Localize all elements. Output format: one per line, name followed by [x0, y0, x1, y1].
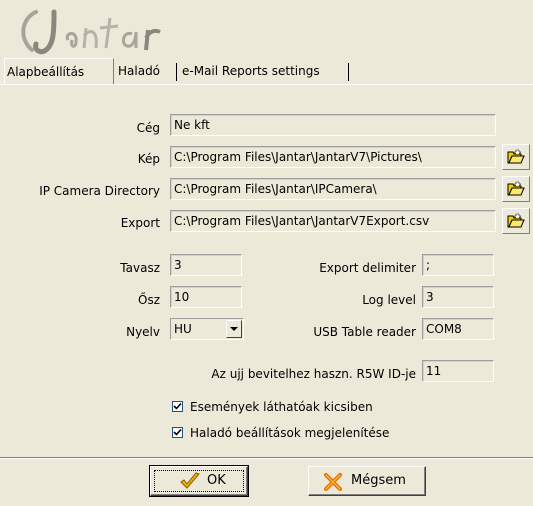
r5w-id-field[interactable]: 11: [422, 360, 494, 382]
ceg-label: Cég: [136, 121, 160, 135]
cancel-button-label: Mégsem: [351, 473, 406, 488]
folder-open-icon: [507, 213, 525, 228]
usb-reader-label: USB Table reader: [313, 325, 416, 339]
tab-alapbeallitas[interactable]: Alapbeállítás: [4, 58, 114, 84]
log-level-field[interactable]: 3: [422, 286, 494, 308]
checkmark-icon: [180, 472, 200, 489]
nyelv-label: Nyelv: [126, 325, 160, 339]
tab-label: Alapbeállítás: [7, 65, 85, 79]
r5w-id-label: Az ujj bevitelhez haszn. R5W ID-je: [211, 367, 416, 381]
export-delimiter-label: Export delimiter: [319, 261, 416, 275]
ipcam-label: IP Camera Directory: [39, 184, 160, 198]
osz-label: Ősz: [138, 293, 160, 307]
chevron-down-icon: [230, 326, 238, 331]
folder-open-icon: [507, 149, 525, 164]
ipcam-path-field[interactable]: C:\Program Files\Jantar\IPCamera\: [170, 178, 496, 200]
jantar-logo: [14, 4, 174, 60]
esemenyek-checkbox-label: Események láthatóak kicsiben: [190, 400, 373, 414]
tab-label: Haladó: [118, 64, 161, 78]
kep-path-field[interactable]: C:\Program Files\Jantar\JantarV7\Picture…: [170, 146, 496, 168]
ok-button-label: OK: [207, 473, 226, 488]
settings-dialog: Alapbeállítás Haladó e-Mail Reports sett…: [0, 0, 533, 506]
tavasz-field[interactable]: 3: [170, 254, 242, 276]
kep-browse-button[interactable]: [502, 144, 530, 170]
usb-reader-field[interactable]: COM8: [422, 318, 494, 340]
halado-checkbox-label: Haladó beállítások megjelenítése: [190, 426, 390, 440]
ipcam-browse-button[interactable]: [502, 176, 530, 202]
nyelv-selected-value: HU: [174, 322, 192, 336]
tab-separator: [348, 63, 349, 81]
log-level-label: Log level: [362, 293, 416, 307]
export-path-field[interactable]: C:\Program Files\Jantar\JantarV7Export.c…: [170, 210, 496, 232]
x-icon: [324, 473, 342, 491]
export-browse-button[interactable]: [502, 208, 530, 234]
ceg-field[interactable]: Ne kft: [170, 114, 496, 136]
folder-open-icon: [507, 181, 525, 196]
kep-label: Kép: [137, 152, 160, 166]
export-label: Export: [120, 216, 160, 230]
checkmark-icon: [173, 402, 182, 410]
tab-separator: [176, 63, 177, 81]
tavasz-label: Tavasz: [120, 261, 160, 275]
tab-halado[interactable]: Haladó: [116, 58, 177, 84]
halado-checkbox[interactable]: [172, 427, 183, 438]
esemenyek-checkbox[interactable]: [172, 401, 183, 412]
export-delimiter-field[interactable]: ;: [422, 254, 494, 276]
bottom-divider-highlight: [0, 458, 533, 459]
osz-field[interactable]: 10: [170, 286, 242, 308]
ok-button[interactable]: OK: [149, 465, 249, 497]
nyelv-dropdown-button[interactable]: [226, 320, 242, 338]
cancel-button[interactable]: Mégsem: [308, 466, 426, 496]
tab-label: e-Mail Reports settings: [182, 64, 320, 78]
tab-email-reports[interactable]: e-Mail Reports settings: [180, 58, 349, 84]
checkmark-icon: [173, 428, 182, 436]
nyelv-select[interactable]: HU: [170, 318, 244, 340]
